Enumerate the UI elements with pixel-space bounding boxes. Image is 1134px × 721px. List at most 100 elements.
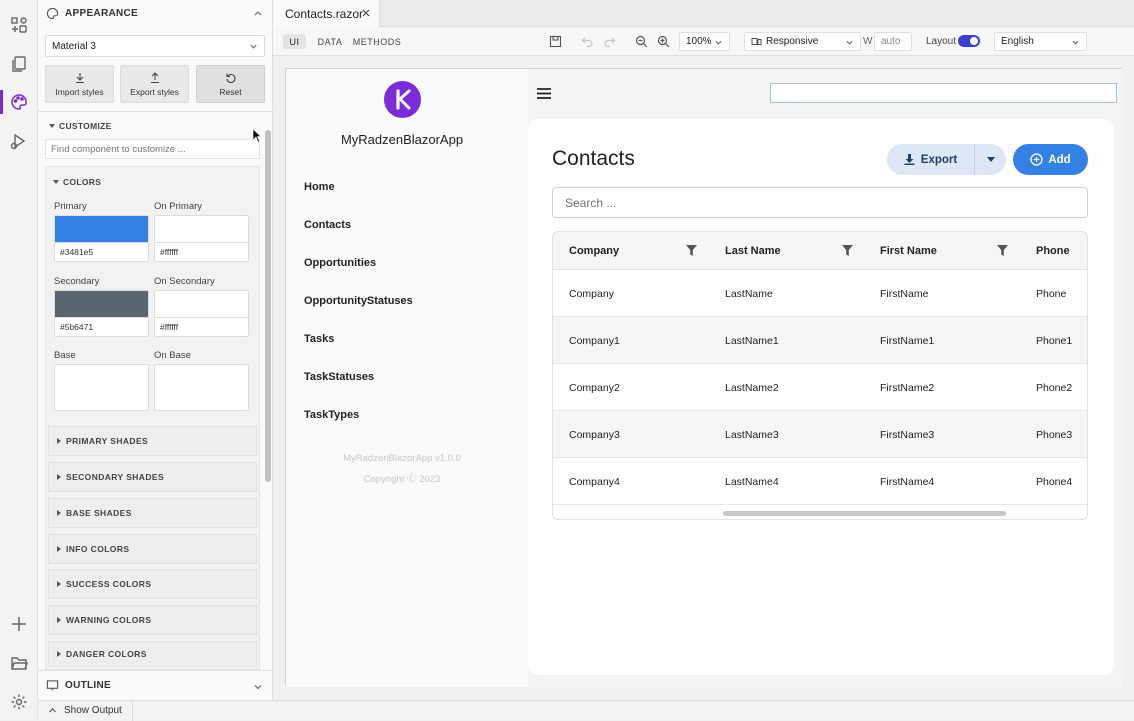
redo-icon[interactable] <box>603 35 616 48</box>
reset-button[interactable]: Reset <box>196 65 265 103</box>
column-header-last-name[interactable]: Last Name <box>725 245 781 257</box>
primary-shades-header[interactable]: PRIMARY SHADES <box>48 426 257 456</box>
language-select[interactable]: English <box>994 32 1087 51</box>
tab-ui[interactable]: UI <box>283 34 306 49</box>
zoom-out-icon[interactable] <box>635 35 648 48</box>
divider <box>132 701 133 721</box>
activity-bar <box>0 0 38 720</box>
zoom-in-icon[interactable] <box>657 35 670 48</box>
column-header-phone[interactable]: Phone <box>1036 245 1070 257</box>
save-icon[interactable] <box>549 35 562 48</box>
selected-component-outline[interactable] <box>770 83 1117 103</box>
section-label: SUCCESS COLORS <box>66 579 152 589</box>
import-styles-button[interactable]: Import styles <box>45 65 114 103</box>
run-icon[interactable] <box>9 131 29 151</box>
on-primary-color-picker[interactable]: #ffffff <box>154 215 249 262</box>
export-button[interactable]: Export <box>887 144 974 175</box>
nav-home[interactable]: Home <box>304 181 335 193</box>
reset-label: Reset <box>219 87 242 97</box>
download-icon <box>74 72 86 84</box>
cell-first-name: FirstName1 <box>880 335 935 347</box>
column-header-company[interactable]: Company <box>569 245 619 257</box>
customize-header[interactable]: CUSTOMIZE <box>49 121 112 131</box>
layout-toggle[interactable] <box>958 35 980 47</box>
table-row[interactable]: Company2 LastName2 FirstName2 Phone2 <box>553 364 1087 411</box>
layout-label: Layout <box>926 36 957 47</box>
base-shades-header[interactable]: BASE SHADES <box>48 498 257 528</box>
filter-icon[interactable] <box>997 245 1008 256</box>
table-row[interactable]: Company3 LastName3 FirstName3 Phone3 <box>553 411 1087 458</box>
width-input[interactable]: auto <box>874 32 912 51</box>
table-row[interactable]: Company1 LastName1 FirstName1 Phone1 <box>553 317 1087 364</box>
output-bar[interactable]: Show Output <box>38 700 1134 721</box>
components-icon[interactable] <box>9 15 29 35</box>
theme-select[interactable]: Material 3 <box>45 35 265 57</box>
undo-icon[interactable] <box>581 35 594 48</box>
info-colors-header[interactable]: INFO COLORS <box>48 534 257 564</box>
cell-phone: Phone <box>1036 288 1067 300</box>
filter-icon[interactable] <box>842 245 853 256</box>
zoom-select[interactable]: 100% <box>679 32 730 51</box>
success-colors-header[interactable]: SUCCESS COLORS <box>48 569 257 599</box>
danger-colors-header[interactable]: DANGER COLORS <box>48 641 257 667</box>
pages-icon[interactable] <box>9 54 29 74</box>
nav-opportunity-statuses[interactable]: OpportunityStatuses <box>304 295 413 307</box>
close-icon[interactable] <box>361 8 371 18</box>
column-header-first-name[interactable]: First Name <box>880 245 937 257</box>
customize-title: CUSTOMIZE <box>59 121 112 131</box>
table-row[interactable]: Company4 LastName4 FirstName4 Phone4 <box>553 458 1087 505</box>
nav-tasks[interactable]: Tasks <box>304 333 334 345</box>
filter-icon[interactable] <box>686 245 697 256</box>
zoom-value: 100% <box>686 36 712 47</box>
caret-down-icon[interactable] <box>987 157 995 162</box>
nav-task-types[interactable]: TaskTypes <box>304 409 359 421</box>
appearance-header[interactable]: APPEARANCE <box>38 0 273 26</box>
on-base-color-picker[interactable] <box>154 364 249 411</box>
warning-colors-header[interactable]: WARNING COLORS <box>48 605 257 635</box>
base-color-picker[interactable] <box>54 364 149 411</box>
export-styles-button[interactable]: Export styles <box>120 65 189 103</box>
secondary-shades-header[interactable]: SECONDARY SHADES <box>48 462 257 492</box>
device-value: Responsive <box>766 36 819 47</box>
outline-header[interactable]: OUTLINE <box>38 670 273 700</box>
on-secondary-color-picker[interactable]: #ffffff <box>154 290 249 337</box>
chevron-down-icon[interactable] <box>253 682 263 692</box>
nav-opportunities[interactable]: Opportunities <box>304 257 376 269</box>
add-icon[interactable] <box>9 614 29 634</box>
export-label: Export <box>920 153 958 166</box>
find-component-input[interactable] <box>45 139 260 159</box>
secondary-hex: #5b6471 <box>60 322 94 332</box>
menu-icon[interactable] <box>536 87 552 100</box>
grid-horizontal-scrollbar[interactable] <box>723 511 1006 516</box>
secondary-color-picker[interactable]: #5b6471 <box>54 290 149 337</box>
outline-title: OUTLINE <box>65 680 111 691</box>
appearance-panel: APPEARANCE Material 3 Import styles Expo… <box>38 0 273 700</box>
import-styles-label: Import styles <box>55 87 104 97</box>
tab-methods[interactable]: METHODS <box>353 34 401 49</box>
appearance-icon[interactable] <box>9 92 29 112</box>
chevron-up-icon[interactable] <box>253 8 263 18</box>
on-base-label: On Base <box>154 350 191 361</box>
folder-icon[interactable] <box>9 653 29 673</box>
colors-header[interactable]: COLORS <box>53 177 101 187</box>
export-split-button[interactable]: Export <box>887 144 1006 175</box>
section-label: WARNING COLORS <box>66 615 152 625</box>
panel-scrollbar[interactable] <box>265 130 271 482</box>
chevron-down-icon <box>714 38 723 47</box>
secondary-swatch <box>55 291 148 318</box>
divider <box>38 111 273 112</box>
settings-icon[interactable] <box>9 692 29 712</box>
editor-tab-bar: Contacts.razor <box>273 0 1134 27</box>
search-input[interactable] <box>552 187 1088 218</box>
nav-contacts[interactable]: Contacts <box>304 219 351 231</box>
outline-icon <box>46 679 59 692</box>
tab-label: UI <box>289 36 300 47</box>
toggle-knob <box>970 37 978 45</box>
tab-data[interactable]: DATA <box>315 34 345 49</box>
tab-contacts-razor[interactable]: Contacts.razor <box>273 0 380 27</box>
nav-task-statuses[interactable]: TaskStatuses <box>304 371 374 383</box>
device-select[interactable]: Responsive <box>744 32 861 51</box>
primary-color-picker[interactable]: #3481e5 <box>54 215 149 262</box>
table-row[interactable]: Company LastName FirstName Phone <box>553 270 1087 317</box>
add-button[interactable]: Add <box>1013 144 1088 175</box>
